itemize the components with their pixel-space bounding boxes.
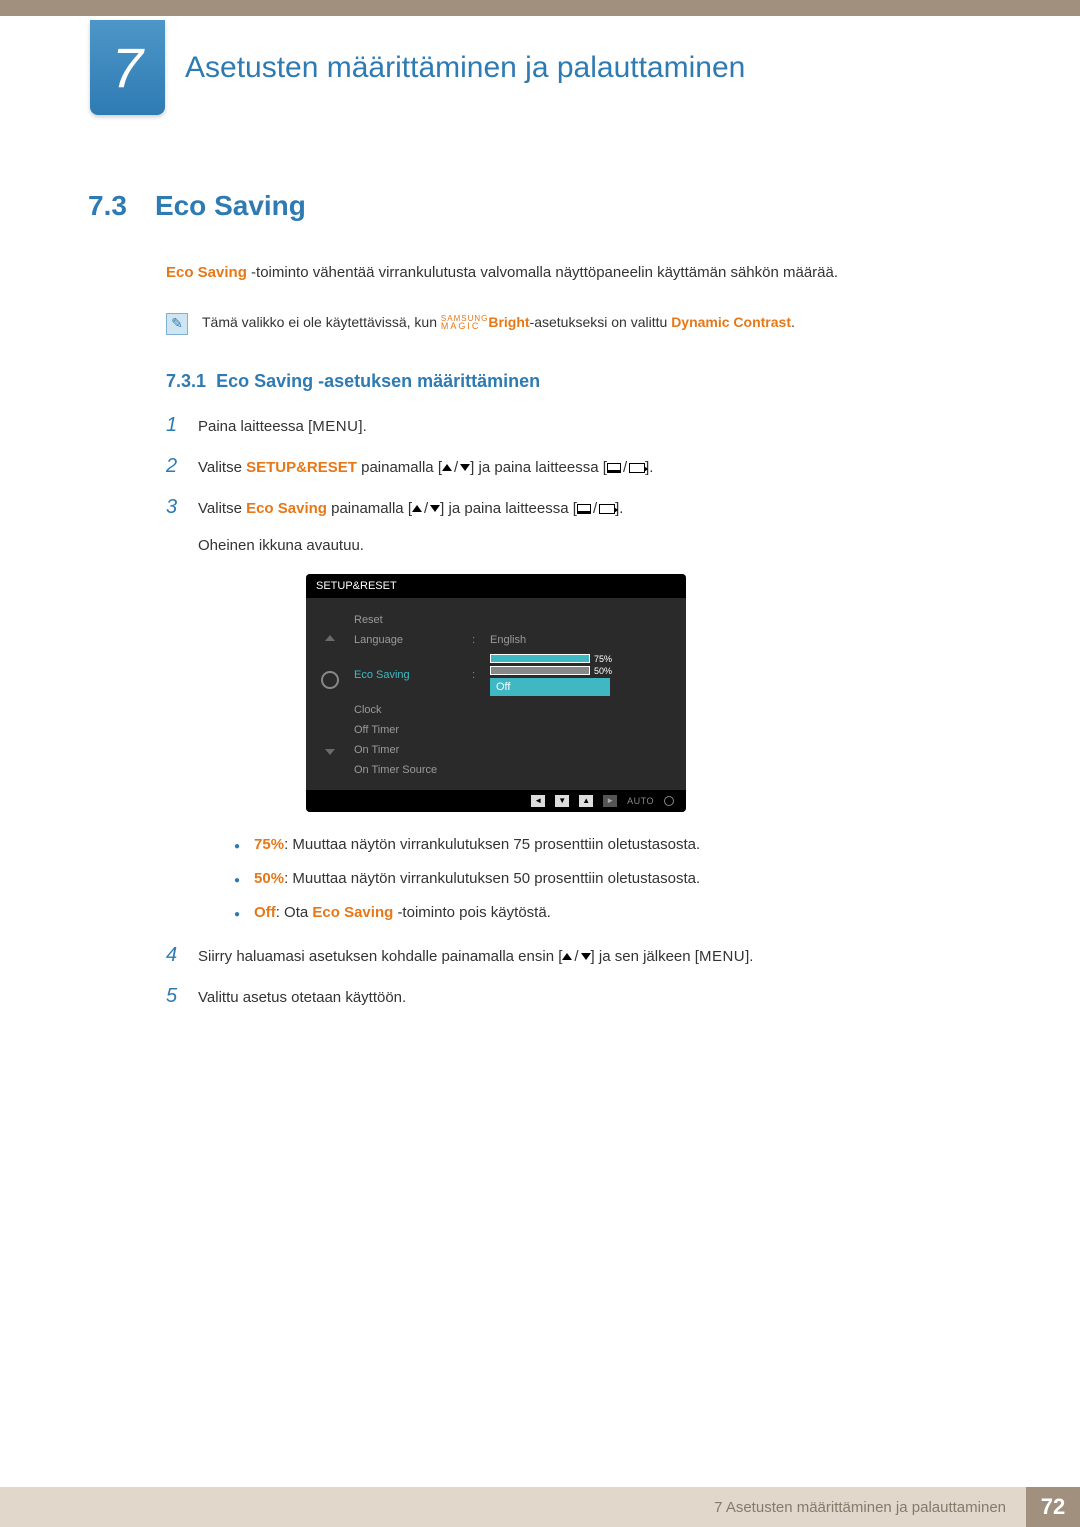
- step-text: Valittu asetus otetaan käyttöön.: [198, 986, 406, 1010]
- osd-item-clock: Clock: [354, 700, 672, 720]
- intro-rest: -toiminto vähentää virrankulutusta valvo…: [251, 264, 838, 281]
- bullet-off: ● Off: Ota Eco Saving -toiminto pois käy…: [234, 904, 992, 924]
- osd-screenshot: SETUP&RESET Reset Language :: [306, 574, 992, 812]
- section-heading: 7.3 Eco Saving: [88, 190, 992, 222]
- step-5: 5 Valittu asetus otetaan käyttöön.: [166, 985, 992, 1010]
- step-number: 1: [166, 414, 184, 437]
- option-bullet-list: ● 75%: Muuttaa näytön virrankulutuksen 7…: [234, 836, 992, 924]
- chapter-number-badge: 7: [90, 20, 165, 115]
- footer-chapter-label: 7 Asetusten määrittäminen ja palauttamin…: [0, 1487, 1026, 1527]
- chapter-header: 7 Asetusten määrittäminen ja palauttamin…: [90, 20, 745, 115]
- power-icon: [664, 796, 674, 806]
- osd-nav-up-icon: ▲: [579, 795, 593, 807]
- section-number: 7.3: [88, 190, 127, 222]
- bullet-icon: ●: [234, 838, 240, 856]
- osd-panel: SETUP&RESET Reset Language :: [306, 574, 686, 812]
- top-accent-bar: [0, 0, 1080, 16]
- osd-down-arrow-icon: [325, 749, 335, 755]
- up-down-icon: /: [562, 945, 590, 969]
- screen-enter-icon: /: [577, 497, 615, 521]
- osd-up-arrow-icon: [325, 635, 335, 641]
- osd-item-reset: Reset: [354, 610, 672, 630]
- step-number: 2: [166, 455, 184, 478]
- bullet-75: ● 75%: Muuttaa näytön virrankulutuksen 7…: [234, 836, 992, 856]
- up-down-icon: /: [412, 497, 440, 521]
- subsection-title: 7.3.1 Eco Saving -asetuksen määrittämine…: [166, 371, 992, 392]
- osd-nav-down-icon: ▼: [555, 795, 569, 807]
- page-content: 7.3 Eco Saving Eco Saving -toiminto vähe…: [88, 190, 992, 1034]
- step-2: 2 Valitse SETUP&RESET painamalla [/] ja …: [166, 455, 992, 480]
- intro-lead-term: Eco Saving: [166, 264, 251, 281]
- step-3: 3 Valitse Eco Saving painamalla [/] ja p…: [166, 496, 992, 521]
- osd-item-eco-saving: Eco Saving : 75% 50% Off: [354, 650, 672, 700]
- osd-nav-right-icon: ►: [603, 795, 617, 807]
- step-text: Valitse SETUP&RESET painamalla [/] ja pa…: [198, 456, 653, 480]
- osd-left-column: [306, 610, 354, 780]
- osd-body: Reset Language : English Eco Saving : 75…: [306, 598, 686, 790]
- osd-item-off-timer: Off Timer: [354, 720, 672, 740]
- up-down-icon: /: [442, 456, 470, 480]
- section-title: Eco Saving: [155, 190, 306, 222]
- chapter-number: 7: [112, 35, 143, 100]
- osd-auto-label: AUTO: [627, 796, 654, 806]
- subsection: 7.3.1 Eco Saving -asetuksen määrittämine…: [166, 371, 992, 1010]
- osd-item-language: Language : English: [354, 630, 672, 650]
- note-text: Tämä valikko ei ole käytettävissä, kun S…: [202, 313, 795, 333]
- step-number: 3: [166, 496, 184, 519]
- page-footer: 7 Asetusten määrittäminen ja palauttamin…: [0, 1487, 1080, 1527]
- menu-button-label: MENU: [699, 948, 745, 965]
- osd-eco-bars: 75% 50% Off: [490, 654, 672, 696]
- step-4: 4 Siirry haluamasi asetuksen kohdalle pa…: [166, 944, 992, 969]
- bullet-50: ● 50%: Muuttaa näytön virrankulutuksen 5…: [234, 870, 992, 890]
- osd-nav-left-icon: ◄: [531, 795, 545, 807]
- step-number: 5: [166, 985, 184, 1008]
- bullet-icon: ●: [234, 906, 240, 924]
- footer-page-number: 72: [1026, 1487, 1080, 1527]
- note-block: ✎ Tämä valikko ei ole käytettävissä, kun…: [166, 313, 992, 335]
- step-3-sub: Oheinen ikkuna avautuu.: [198, 537, 992, 554]
- menu-button-label: MENU: [312, 418, 358, 435]
- intro-paragraph: Eco Saving -toiminto vähentää virrankulu…: [166, 262, 992, 285]
- samsung-magic-brand: SAMSUNGMAGIC: [441, 315, 488, 330]
- chapter-title: Asetusten määrittäminen ja palauttaminen: [185, 51, 745, 85]
- bullet-icon: ●: [234, 872, 240, 890]
- osd-menu-list: Reset Language : English Eco Saving : 75…: [354, 610, 686, 780]
- osd-off-highlight: Off: [490, 678, 610, 696]
- step-text: Siirry haluamasi asetuksen kohdalle pain…: [198, 945, 753, 969]
- note-icon: ✎: [166, 313, 188, 335]
- screen-enter-icon: /: [607, 456, 645, 480]
- osd-footer: ◄ ▼ ▲ ► AUTO: [306, 790, 686, 812]
- osd-item-on-timer-source: On Timer Source: [354, 760, 672, 780]
- osd-item-on-timer: On Timer: [354, 740, 672, 760]
- step-1: 1 Paina laitteessa [MENU].: [166, 414, 992, 439]
- step-number: 4: [166, 944, 184, 967]
- step-text: Paina laitteessa [MENU].: [198, 415, 367, 439]
- gear-icon: [321, 671, 339, 689]
- osd-header: SETUP&RESET: [306, 574, 686, 598]
- step-text: Valitse Eco Saving painamalla [/] ja pai…: [198, 497, 623, 521]
